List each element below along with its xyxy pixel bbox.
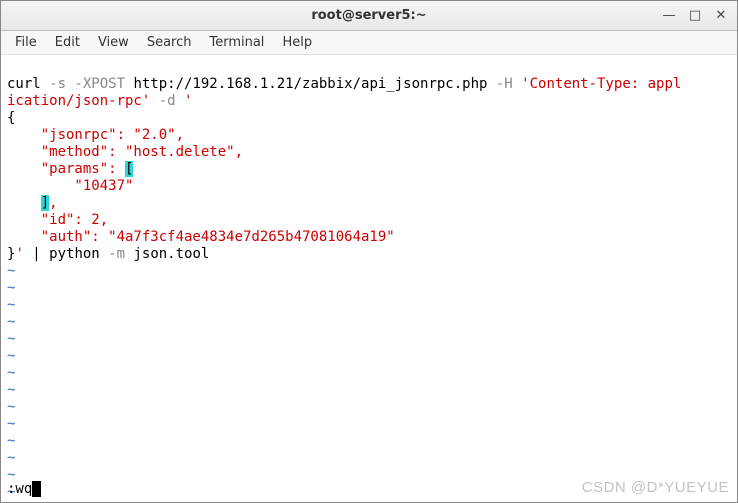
window-controls: — □ ✕ (657, 4, 733, 26)
menu-edit[interactable]: Edit (47, 32, 88, 53)
vim-tilde: ~ (7, 433, 15, 449)
vim-tilde: ~ (7, 365, 15, 381)
menu-file[interactable]: File (7, 32, 45, 53)
vim-command-line[interactable]: :wq (7, 481, 41, 498)
code-line-4: "jsonrpc": "2.0", (7, 127, 184, 143)
code-line-8: ], (7, 195, 58, 211)
code-line-2: ication/json-rpc' -d ' (7, 93, 192, 109)
code-line-6: "params": [ (7, 161, 133, 177)
code-line-3: { (7, 110, 15, 126)
menu-help[interactable]: Help (274, 32, 320, 53)
vim-tilde: ~ (7, 382, 15, 398)
close-button[interactable]: ✕ (709, 4, 733, 26)
vim-tilde: ~ (7, 331, 15, 347)
minimize-icon: — (663, 8, 676, 23)
code-line-11: }' | python -m json.tool (7, 246, 209, 262)
vim-tilde: ~ (7, 450, 15, 466)
vim-tilde: ~ (7, 280, 15, 296)
code-line-5: "method": "host.delete", (7, 144, 243, 160)
close-icon: ✕ (716, 8, 727, 23)
code-line-9: "id": 2, (7, 212, 108, 228)
vim-tilde: ~ (7, 399, 15, 415)
vim-tilde: ~ (7, 297, 15, 313)
terminal-area[interactable]: curl -s -XPOST http://192.168.1.21/zabbi… (1, 55, 737, 502)
menubar: File Edit View Search Terminal Help (1, 31, 737, 55)
vim-tilde: ~ (7, 263, 15, 279)
code-line-7: "10437" (7, 178, 133, 194)
maximize-button[interactable]: □ (683, 4, 707, 26)
cursor-block (32, 481, 41, 497)
menu-search[interactable]: Search (139, 32, 200, 53)
window-title: root@server5:~ (311, 8, 426, 23)
watermark: CSDN @D*YUEYUE (582, 479, 729, 496)
vim-tilde: ~ (7, 348, 15, 364)
code-line-1: curl -s -XPOST http://192.168.1.21/zabbi… (7, 76, 681, 92)
vim-tilde: ~ (7, 416, 15, 432)
code-line-10: "auth": "4a7f3cf4ae4834e7d265b47081064a1… (7, 229, 395, 245)
menu-view[interactable]: View (90, 32, 137, 53)
vim-tilde: ~ (7, 314, 15, 330)
maximize-icon: □ (689, 8, 701, 23)
minimize-button[interactable]: — (657, 4, 681, 26)
titlebar: root@server5:~ — □ ✕ (1, 1, 737, 31)
menu-terminal[interactable]: Terminal (201, 32, 272, 53)
